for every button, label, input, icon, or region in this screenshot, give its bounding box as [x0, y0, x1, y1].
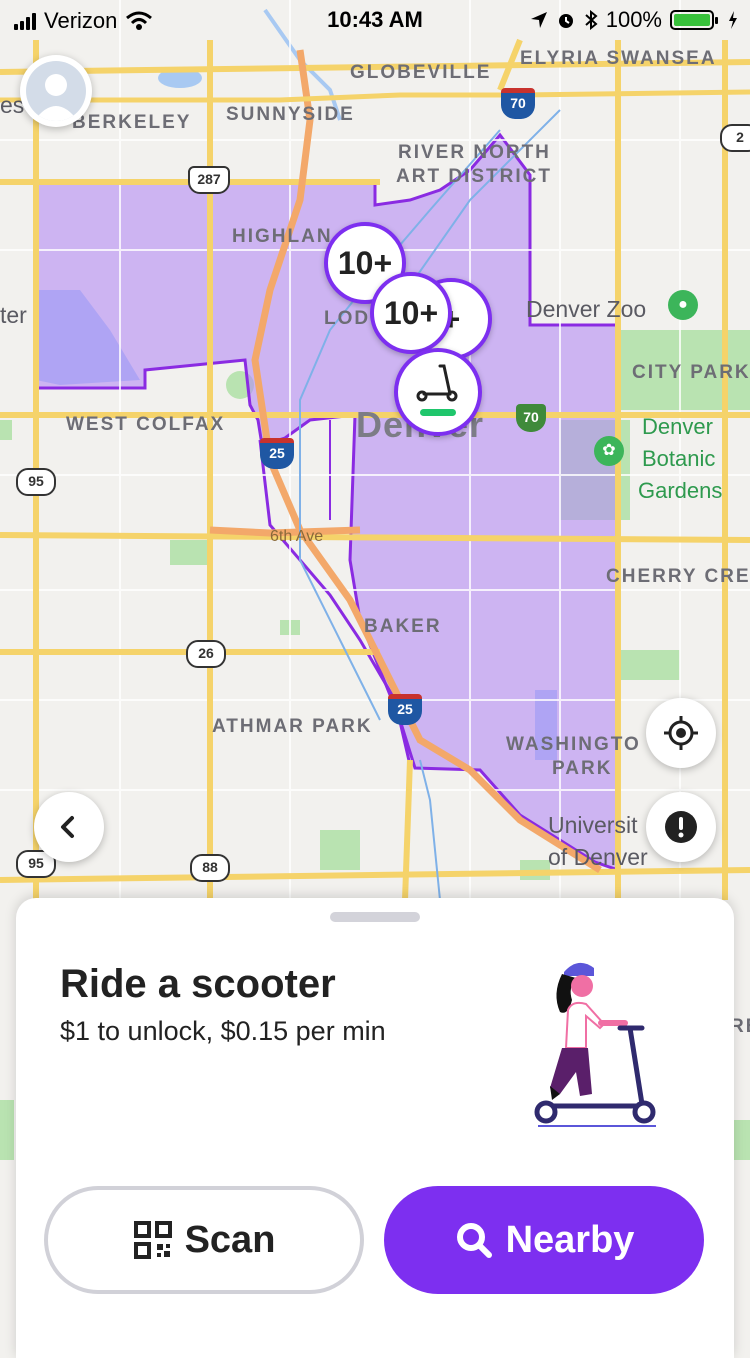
- sh26-shield: 26: [186, 640, 226, 668]
- pricing-text: $1 to unlock, $0.15 per min: [60, 1016, 386, 1046]
- scooter-battery-bar: [420, 409, 456, 416]
- map-label-washington-park-2: PARK: [552, 758, 613, 779]
- status-bar: Verizon 10:43 AM 100%: [0, 0, 750, 40]
- drag-handle[interactable]: [330, 912, 420, 922]
- map-label-river-north: RIVER NORTH: [398, 142, 551, 163]
- map-label-west-colfax: WEST COLFAX: [66, 414, 226, 435]
- map-label-botanic-2: Botanic: [642, 446, 716, 471]
- nearby-label: Nearby: [505, 1218, 635, 1261]
- sh70-shield: 70: [516, 404, 546, 432]
- avatar: [26, 61, 86, 121]
- map-label-botanic-3: Gardens: [638, 478, 723, 503]
- recenter-location-button[interactable]: [646, 698, 716, 768]
- map-label-6th-ave: 6th Ave: [270, 528, 324, 545]
- map-label-denver-zoo: Denver Zoo: [526, 296, 647, 322]
- qr-code-icon: [133, 1221, 172, 1259]
- search-icon: [456, 1223, 492, 1258]
- map-label-highland: HIGHLAN: [232, 226, 333, 247]
- back-button[interactable]: [34, 792, 104, 862]
- map-label-university-2: of Denver: [548, 844, 648, 870]
- map-label-art-district: ART DISTRICT: [396, 166, 552, 187]
- charging-icon: [729, 11, 737, 29]
- user-icon: [34, 74, 78, 121]
- map-label-berkeley: BERKELEY: [72, 112, 192, 133]
- map-label-city-park: CITY PARK: [632, 362, 750, 383]
- sheet-title: Ride a scooter: [60, 962, 336, 1006]
- i70-shield: 70: [501, 88, 535, 119]
- map-label-sunnyside: SUNNYSIDE: [226, 104, 355, 125]
- map-label-elyria-swansea: ELYRIA SWANSEA: [520, 48, 717, 69]
- cluster-count: 10+: [383, 294, 439, 331]
- scooter-cluster-marker[interactable]: 10+: [370, 272, 452, 354]
- scan-label: Scan: [184, 1218, 276, 1261]
- scan-button[interactable]: Scan: [44, 1186, 364, 1294]
- sh88-shield: 88: [190, 854, 230, 882]
- zoo-paw-icon: ●: [668, 290, 698, 320]
- report-issue-button[interactable]: [646, 792, 716, 862]
- scooter-rider-illustration: [534, 962, 656, 1127]
- chevron-left-icon: [61, 816, 74, 838]
- location-arrow-icon: [530, 12, 547, 28]
- map-label-globeville: GLOBEVILLE: [350, 62, 492, 83]
- scooter-marker[interactable]: [394, 348, 482, 436]
- us-287-shield: 287: [188, 166, 230, 194]
- map-label-washington-park-1: WASHINGTO: [506, 734, 641, 755]
- map-label-lodo: LOD: [324, 308, 371, 329]
- map-label-university-1: Universit: [548, 812, 638, 838]
- battery-icon: [670, 10, 718, 30]
- map-label-baker: BAKER: [364, 616, 442, 637]
- garden-flower-icon: ✿: [594, 436, 624, 466]
- alarm-icon: [558, 14, 573, 28]
- alert-icon: [665, 811, 697, 843]
- profile-avatar-button[interactable]: [20, 55, 92, 127]
- bluetooth-icon: [585, 10, 598, 30]
- sh95-shield-top: 95: [16, 468, 56, 496]
- crosshair-icon: [664, 716, 698, 750]
- map-label-edge-ter: ter: [0, 302, 27, 328]
- i25-shield-bottom: 25: [388, 694, 422, 725]
- map-label-cherry-creek: CHERRY CRE: [606, 566, 750, 587]
- map-label-botanic-1: Denver: [642, 414, 713, 439]
- map-label-athmar-park: ATHMAR PARK: [212, 716, 373, 737]
- sh2-shield: 2: [720, 124, 750, 152]
- scooter-icon: [416, 364, 458, 402]
- ride-bottom-sheet[interactable]: Ride a scooter $1 to unlock, $0.15 per m…: [16, 898, 734, 1358]
- battery-percent: 100%: [605, 7, 662, 32]
- nearby-button[interactable]: Nearby: [384, 1186, 704, 1294]
- i25-shield-top: 25: [260, 438, 294, 469]
- cluster-count: 10+: [337, 244, 393, 281]
